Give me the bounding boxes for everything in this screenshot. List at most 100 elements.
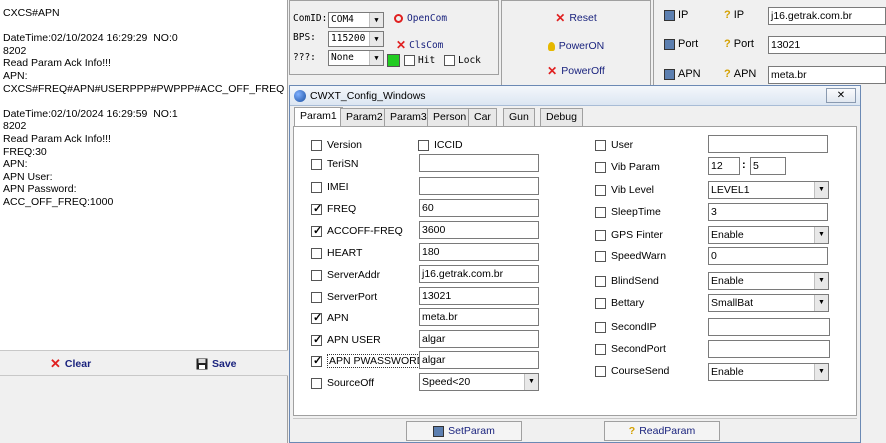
speedwarn-input[interactable]: 0: [708, 247, 828, 265]
other-label: ???:: [293, 52, 316, 63]
coursesend-checkbox[interactable]: CourseSend: [595, 363, 669, 379]
query-ip-button[interactable]: ? IP: [724, 9, 744, 21]
sourceoff-select[interactable]: Speed<20 ▼: [419, 373, 539, 391]
query-port-button[interactable]: ? Port: [724, 38, 754, 50]
set-ip-button[interactable]: IP: [664, 9, 688, 21]
blindsend-checkbox[interactable]: BlindSend: [595, 273, 659, 289]
version-checkbox[interactable]: Version: [311, 137, 362, 153]
apn-password-checkbox[interactable]: APN PWASSWORD: [311, 353, 427, 369]
dialog-title: CWXT_Config_Windows: [310, 89, 426, 102]
apn-row: APN ? APN meta.br: [654, 64, 886, 86]
tab-debug[interactable]: Debug: [540, 108, 583, 126]
secondip-input[interactable]: [708, 318, 830, 336]
apn-user-input[interactable]: algar: [419, 330, 539, 348]
tab-gun[interactable]: Gun: [503, 108, 535, 126]
close-icon: ✕: [836, 90, 846, 101]
save-button[interactable]: Save: [196, 355, 237, 373]
freq-checkbox[interactable]: FREQ: [311, 201, 356, 217]
gps-finter-select[interactable]: Enable ▼: [708, 226, 829, 244]
query-apn-button[interactable]: ? APN: [724, 68, 756, 80]
terisn-checkbox[interactable]: TeriSN: [311, 156, 359, 172]
chevron-down-icon: ▼: [369, 32, 383, 46]
vib-param-checkbox[interactable]: Vib Param: [595, 159, 660, 175]
chevron-down-icon: ▼: [524, 374, 538, 390]
tab-car[interactable]: Car: [468, 108, 497, 126]
reset-button[interactable]: ✕ Reset: [502, 6, 650, 30]
poweron-button[interactable]: PowerON: [502, 34, 650, 58]
sleeptime-label: SleepTime: [611, 206, 661, 218]
blindsend-select[interactable]: Enable ▼: [708, 272, 829, 290]
ip-label: IP: [678, 9, 689, 21]
clscom-button[interactable]: ✕ ClsCom: [396, 38, 443, 52]
user-input[interactable]: [708, 135, 828, 153]
secondport-checkbox[interactable]: SecondPort: [595, 341, 666, 357]
set-port-button[interactable]: Port: [664, 38, 698, 50]
port-input[interactable]: 13021: [768, 36, 886, 54]
freq-input[interactable]: 60: [419, 199, 539, 217]
accoff-freq-input[interactable]: 3600: [419, 221, 539, 239]
sleeptime-input[interactable]: 3: [708, 203, 828, 221]
iccid-checkbox[interactable]: ICCID: [418, 137, 463, 153]
other-select[interactable]: None ▼: [328, 50, 384, 66]
sleeptime-checkbox[interactable]: SleepTime: [595, 204, 661, 220]
poweron-label: PowerON: [558, 40, 605, 52]
close-button[interactable]: ✕: [826, 88, 856, 103]
heart-input[interactable]: 180: [419, 243, 539, 261]
user-checkbox[interactable]: User: [595, 137, 633, 153]
bettary-checkbox[interactable]: Bettary: [595, 295, 644, 311]
tab-person[interactable]: Person: [427, 108, 473, 126]
apn-input[interactable]: meta.br: [768, 66, 886, 84]
coursesend-select[interactable]: Enable ▼: [708, 363, 829, 381]
vib-level-value: LEVEL1: [711, 184, 750, 196]
serveraddr-checkbox[interactable]: ServerAddr: [311, 267, 380, 283]
chevron-down-icon: ▼: [814, 182, 828, 198]
serveraddr-check: [311, 269, 322, 281]
imei-input[interactable]: [419, 177, 539, 195]
ip-input[interactable]: j16.getrak.com.br: [768, 7, 886, 25]
hit-checkbox[interactable]: Hit: [404, 55, 435, 66]
red-x-icon: ✕: [396, 38, 407, 52]
bps-select[interactable]: 115200 ▼: [328, 31, 384, 47]
vib-param-input-1[interactable]: 12: [708, 157, 740, 175]
gps-finter-check: [595, 229, 606, 241]
opencom-button[interactable]: OpenCom: [394, 13, 447, 24]
version-label: Version: [327, 139, 363, 151]
bettary-select[interactable]: SmallBat ▼: [708, 294, 829, 312]
dialog-titlebar[interactable]: CWXT_Config_Windows ✕: [290, 86, 860, 106]
serverport-checkbox[interactable]: ServerPort: [311, 289, 377, 305]
speedwarn-check: [595, 250, 606, 262]
apn-checkbox[interactable]: APN: [311, 310, 349, 326]
poweroff-button[interactable]: ✕ PowerOff: [502, 59, 650, 83]
log-toolbar: ✕ Clear Save: [0, 350, 288, 376]
serveraddr-input[interactable]: j16.getrak.com.br: [419, 265, 539, 283]
vib-level-select[interactable]: LEVEL1 ▼: [708, 181, 829, 199]
lock-checkbox[interactable]: Lock: [444, 55, 481, 66]
readparam-button[interactable]: ? ReadParam: [604, 421, 720, 441]
accoff-freq-checkbox[interactable]: ACCOFF-FREQ: [311, 223, 403, 239]
secondip-checkbox[interactable]: SecondIP: [595, 319, 657, 335]
reset-label: Reset: [569, 12, 597, 24]
setparam-button[interactable]: SetParam: [406, 421, 522, 441]
set-apn-button[interactable]: APN: [664, 68, 701, 80]
hit-check: [404, 55, 415, 66]
speedwarn-checkbox[interactable]: SpeedWarn: [595, 248, 666, 264]
tab-param3[interactable]: Param3: [384, 108, 433, 126]
vib-param-input-2[interactable]: 5: [750, 157, 786, 175]
setparam-label: SetParam: [448, 425, 495, 437]
terisn-input[interactable]: [419, 154, 539, 172]
apn-field-input[interactable]: meta.br: [419, 308, 539, 326]
secondport-input[interactable]: [708, 340, 830, 358]
sourceoff-checkbox[interactable]: SourceOff: [311, 375, 374, 391]
imei-checkbox[interactable]: IMEI: [311, 179, 349, 195]
tab-param1[interactable]: Param1: [294, 107, 343, 127]
serverport-input[interactable]: 13021: [419, 287, 539, 305]
apn-password-input[interactable]: algar: [419, 351, 539, 369]
vib-level-checkbox[interactable]: Vib Level: [595, 182, 654, 198]
gps-finter-checkbox[interactable]: GPS Finter: [595, 227, 663, 243]
heart-checkbox[interactable]: HEART: [311, 245, 362, 261]
comid-select[interactable]: COM4 ▼: [328, 12, 384, 28]
tab-param2[interactable]: Param2: [340, 108, 389, 126]
question-icon: ?: [724, 38, 731, 50]
apn-user-checkbox[interactable]: APN USER: [311, 332, 381, 348]
clear-button[interactable]: ✕ Clear: [50, 355, 91, 373]
